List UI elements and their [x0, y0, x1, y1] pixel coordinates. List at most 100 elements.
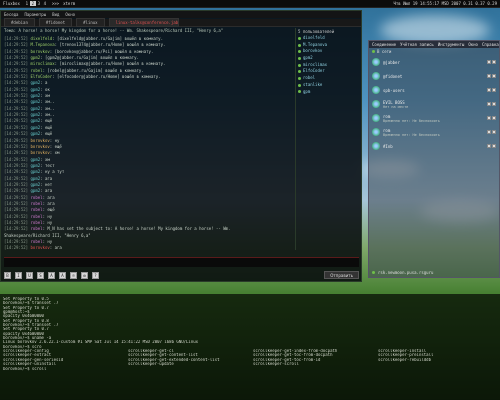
contact-text: spb-users [383, 88, 405, 93]
message-nick[interactable]: borovkov [31, 150, 50, 155]
toolbar-format-icon[interactable]: ☺ [70, 271, 77, 279]
message-nick[interactable]: robel [31, 68, 43, 73]
message-nick[interactable]: borovkov [31, 245, 50, 250]
message-nick[interactable]: robel [31, 239, 43, 244]
contacts-menu-item[interactable]: Инструменты [438, 42, 465, 47]
close-icon[interactable] [492, 116, 496, 120]
close-icon[interactable] [492, 130, 496, 134]
occupant-item[interactable]: dixelfeld [298, 35, 357, 42]
toolbar-format-icon[interactable]: S [37, 271, 44, 279]
message-nick[interactable]: ElfoCoder [31, 74, 53, 79]
message-nick[interactable]: dixelfeld [31, 36, 53, 41]
focused-window-title[interactable]: xterm [63, 1, 75, 6]
contacts-footer[interactable]: rsk.newmoon.pusa.rsguru [372, 270, 496, 275]
message-nick[interactable]: borovkov [31, 144, 50, 149]
close-icon[interactable] [492, 88, 496, 92]
minimize-icon[interactable] [487, 60, 491, 64]
message-nick[interactable]: gpm2 [31, 99, 41, 104]
message-nick[interactable]: M.Tepanova [31, 42, 55, 47]
chat-menu-item[interactable]: Параметры [24, 12, 46, 17]
message-nick[interactable]: gpm2 [31, 112, 41, 117]
contacts-menu-item[interactable]: Учётная запись [400, 42, 434, 47]
contact-item[interactable]: EVIL BOSS Нет на месте [369, 97, 499, 111]
chat-menu-item[interactable]: Окно [65, 12, 75, 17]
message-nick[interactable]: gpm2 [31, 169, 41, 174]
contacts-menu-item[interactable]: Соединение [372, 42, 396, 47]
message-nick[interactable]: gpm2 [31, 55, 41, 60]
chat-tab[interactable]: #debian [4, 18, 35, 27]
message-nick[interactable]: gpm2 [31, 106, 41, 111]
message-nick[interactable]: gpm2 [31, 163, 41, 168]
message-nick[interactable]: robel [31, 214, 43, 219]
terminal-window[interactable]: Set Property to 0.5 borovkov/~$ transset … [0, 294, 500, 400]
occupant-name: miroclimax [303, 61, 328, 67]
close-icon[interactable] [492, 102, 496, 106]
message-nick[interactable]: gpm2 [31, 93, 41, 98]
occupant-item[interactable]: ElfoCoder [298, 68, 357, 75]
contacts-menu-item[interactable]: Справка [482, 42, 499, 47]
toolbar-format-icon[interactable]: A [48, 271, 55, 279]
message-timestamp: [14:29:52] [4, 150, 29, 156]
message-input[interactable] [4, 257, 359, 267]
message-nick[interactable]: gpm2 [31, 87, 41, 92]
contact-item[interactable]: @jabber [369, 55, 499, 69]
occupant-item[interactable]: gpm [298, 89, 357, 96]
close-icon[interactable] [492, 60, 496, 64]
contact-item[interactable]: @fidonet [369, 69, 499, 83]
chat-message-log[interactable]: [14:29:52] dixelfeld: [dixelfeld@jabber.… [4, 36, 292, 250]
fluxbox-menu[interactable]: Fluxbox [3, 1, 20, 6]
message-nick[interactable]: borovkov [31, 49, 50, 54]
message-nick[interactable]: borovkov [31, 138, 50, 143]
message-nick[interactable]: robel [31, 195, 43, 200]
send-button[interactable]: Отправить [324, 271, 359, 279]
chat-menu-item[interactable]: Вид [52, 12, 59, 17]
minimize-icon[interactable] [487, 74, 491, 78]
contact-item[interactable]: #Inb [369, 139, 499, 153]
close-icon[interactable] [492, 144, 496, 148]
minimize-icon[interactable] [487, 144, 491, 148]
message-nick[interactable]: robel [31, 220, 43, 225]
message-nick[interactable]: miroclimax [31, 61, 55, 66]
message-nick[interactable]: gpm2 [31, 176, 41, 181]
contact-item[interactable]: spb-users [369, 83, 499, 97]
toolbar-format-icon[interactable]: U [26, 271, 33, 279]
contact-item[interactable]: rom Временно нет: Не беспокоить [369, 111, 499, 125]
minimize-icon[interactable] [487, 130, 491, 134]
minimize-icon[interactable] [487, 102, 491, 106]
occupant-item[interactable]: gpm2 [298, 55, 357, 62]
terminal-prompt[interactable]: borovkov/~$ scroll [3, 367, 497, 371]
chat-tab[interactable]: #fidonet [38, 18, 73, 27]
message-nick[interactable]: robel [31, 226, 43, 231]
occupant-item[interactable]: M.Tepanova [298, 42, 357, 49]
occupant-item[interactable]: stanlike [298, 82, 357, 89]
message-nick[interactable]: gpm2 [31, 131, 41, 136]
minimize-icon[interactable] [487, 88, 491, 92]
toolbar-format-icon[interactable]: I [15, 271, 22, 279]
minimize-icon[interactable] [487, 116, 491, 120]
message-nick[interactable]: gpm2 [31, 125, 41, 130]
message-nick[interactable]: gpm2 [31, 157, 41, 162]
occupant-item[interactable]: borovkov [298, 48, 357, 55]
toolbar-format-icon[interactable]: ⚙ [81, 271, 88, 279]
toolbar-format-icon[interactable]: ? [92, 271, 99, 279]
occupant-item[interactable]: miroclimax [298, 62, 357, 69]
chat-menu-item[interactable]: Беседа [4, 12, 18, 17]
contacts-menu-item[interactable]: Окно [468, 42, 478, 47]
contact-item[interactable]: rom Временно нет: Не беспокоить [369, 125, 499, 139]
message-nick[interactable]: robel [31, 207, 43, 212]
toolbar-format-icon[interactable]: A [59, 271, 66, 279]
toolbar-format-icon[interactable]: B [4, 271, 11, 279]
message-nick[interactable]: robel [31, 201, 43, 206]
chat-tab[interactable]: linux-talks@conference.jabber.ru [108, 18, 179, 27]
close-icon[interactable] [492, 74, 496, 78]
message-nick[interactable]: gpm2 [31, 80, 41, 85]
occupant-list[interactable]: 5 пользователей dixelfeld M.Tepanova borov… [295, 28, 359, 250]
workspace-4[interactable]: 4 [42, 1, 48, 6]
chat-tab[interactable]: #linux [76, 18, 105, 27]
message-nick[interactable]: gpm2 [31, 188, 41, 193]
message-nick[interactable]: gpm2 [31, 118, 41, 123]
account-status[interactable]: В сети [369, 48, 499, 55]
account-status-label: В сети [377, 49, 392, 54]
message-nick[interactable]: gpm2 [31, 182, 41, 187]
occupant-item[interactable]: robel [298, 75, 357, 82]
